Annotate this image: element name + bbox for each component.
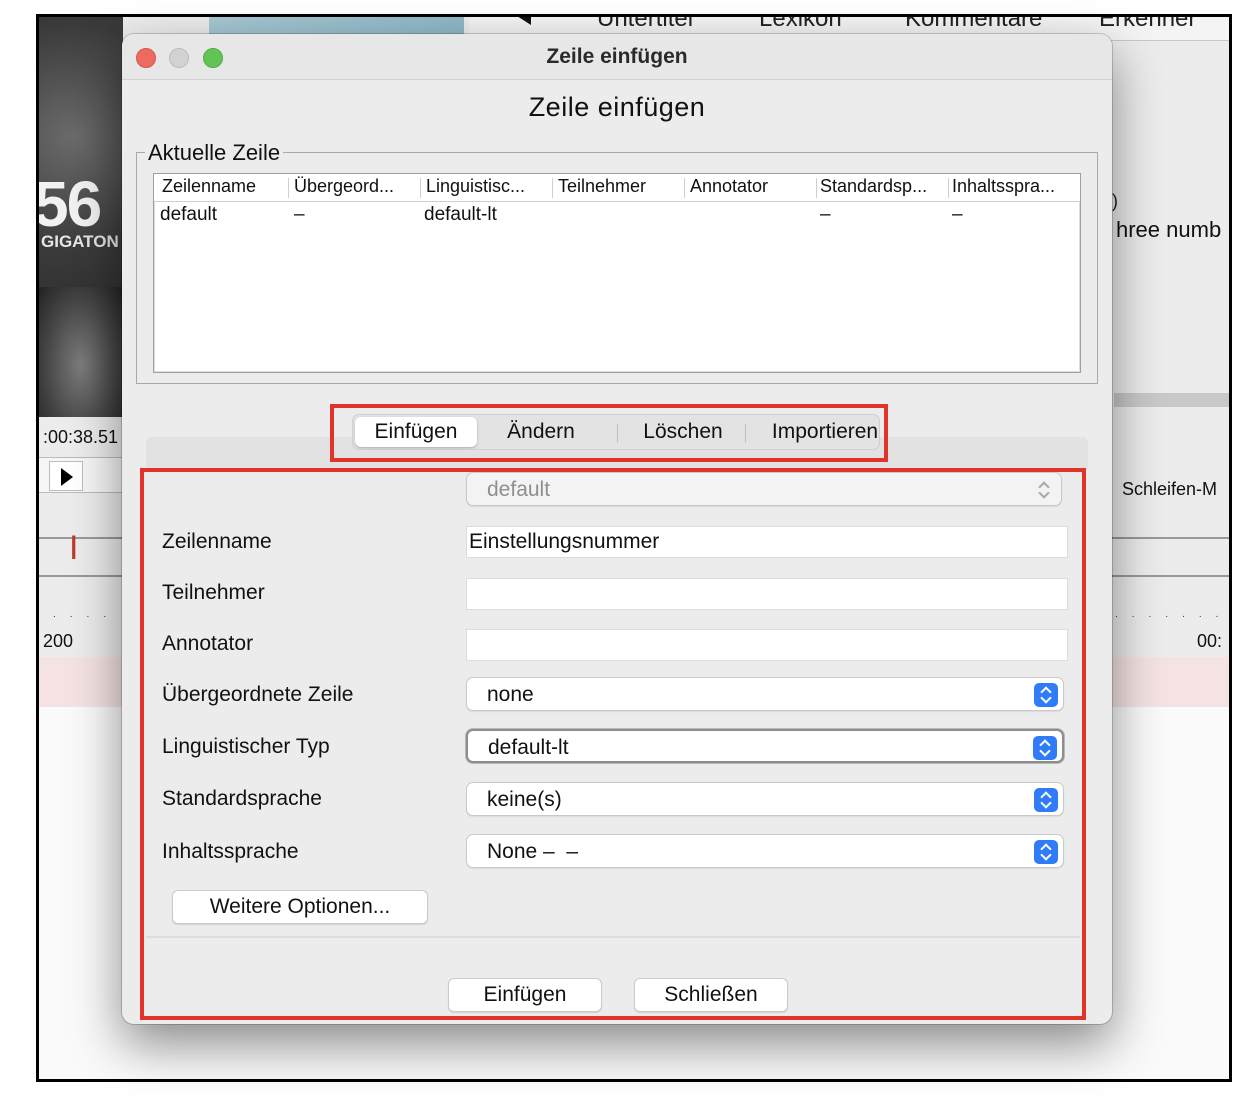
column-header-content-language[interactable]: Inhaltsspra... bbox=[952, 176, 1076, 197]
current-tier-legend: Aktuelle Zeile bbox=[145, 140, 284, 166]
dialog-heading: Zeile einfügen bbox=[528, 92, 706, 122]
cell-tier-name: default bbox=[160, 204, 218, 225]
ruler-ticks-right: ....... bbox=[1115, 609, 1232, 620]
column-header-parent[interactable]: Übergeord... bbox=[294, 176, 418, 197]
cell-default-language: – bbox=[820, 204, 831, 225]
right-paren-text: ) bbox=[1112, 191, 1118, 211]
tab-untertitel[interactable]: Untertitel bbox=[597, 17, 693, 33]
cell-parent: – bbox=[294, 204, 305, 225]
time-display: :00:38.51 bbox=[43, 427, 119, 447]
column-separator bbox=[420, 178, 421, 198]
highlight-box-form bbox=[140, 468, 1086, 1020]
play-icon bbox=[61, 468, 73, 486]
current-tier-group: Aktuelle Zeile Zeilenname Übergeord... L… bbox=[136, 140, 1098, 384]
text-cursor-icon: I bbox=[69, 529, 79, 567]
ruler-end-label: 00: bbox=[1197, 631, 1223, 651]
column-separator bbox=[684, 178, 685, 198]
dialog-titlebar: Zeile einfügen bbox=[122, 34, 1112, 80]
video-caption: GIGATON bbox=[41, 232, 119, 251]
tab-kommentare[interactable]: Kommentare bbox=[905, 17, 1042, 33]
ruler-start-label: 200 bbox=[43, 631, 74, 651]
window-title: Zeile einfügen bbox=[546, 45, 688, 68]
highlight-box-tabs bbox=[330, 404, 888, 462]
video-number: 56 bbox=[36, 168, 102, 240]
column-header-linguistic-type[interactable]: Linguistisc... bbox=[426, 176, 550, 197]
insert-tier-dialog: Zeile einfügen Zeile einfügen Aktuelle Z… bbox=[122, 34, 1112, 1024]
column-separator bbox=[948, 178, 949, 198]
subtitle-preview-text: hree numb bbox=[1116, 217, 1222, 242]
tab-erkenner[interactable]: Erkenner bbox=[1099, 17, 1196, 33]
column-separator bbox=[288, 178, 289, 198]
column-header-annotator[interactable]: Annotator bbox=[690, 176, 814, 197]
player-controls bbox=[39, 457, 123, 493]
column-header-default-language[interactable]: Standardsp... bbox=[820, 176, 946, 197]
loop-mode-label[interactable]: Schleifen-M bbox=[1122, 479, 1217, 500]
scrollbar-track[interactable] bbox=[1114, 393, 1229, 407]
column-header-participant[interactable]: Teilnehmer bbox=[558, 176, 682, 197]
ruler-ticks: .... bbox=[53, 609, 121, 620]
column-separator bbox=[552, 178, 553, 198]
tab-scroll-left-icon[interactable] bbox=[517, 17, 531, 25]
column-header-tier-name[interactable]: Zeilenname bbox=[162, 176, 284, 197]
cell-linguistic-type: default-lt bbox=[424, 204, 497, 225]
video-viewer: 56 GIGATON bbox=[39, 17, 123, 417]
tier-table[interactable]: Zeilenname Übergeord... Linguistisc... T… bbox=[153, 173, 1081, 373]
table-header: Zeilenname Übergeord... Linguistisc... T… bbox=[154, 174, 1080, 202]
column-separator bbox=[816, 178, 817, 198]
cell-content-language: – bbox=[952, 204, 963, 225]
video-fog-image bbox=[39, 287, 123, 417]
tab-lexikon[interactable]: Lexikon bbox=[759, 17, 842, 33]
